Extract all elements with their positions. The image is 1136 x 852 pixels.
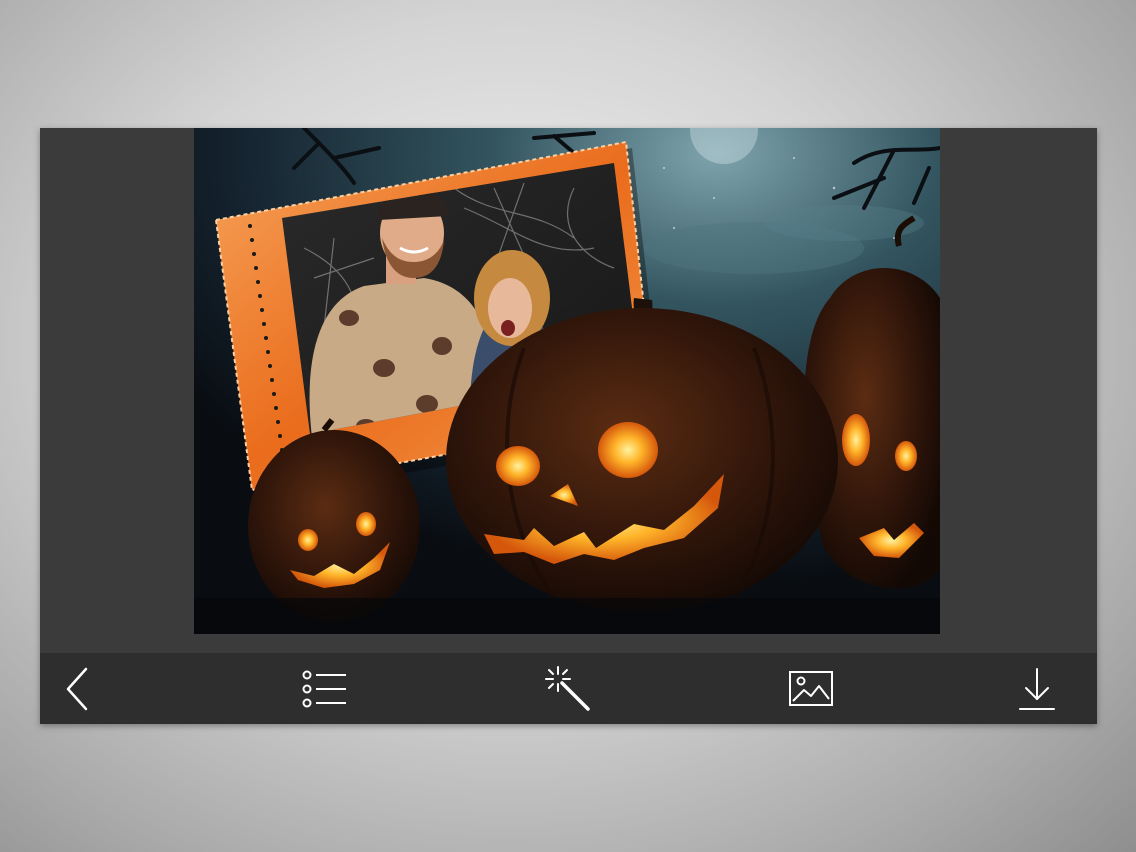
list-icon <box>302 670 346 708</box>
photo-canvas[interactable] <box>194 128 940 634</box>
back-button[interactable] <box>50 663 106 715</box>
editor-screen <box>40 128 1097 724</box>
frames-list-button[interactable] <box>296 663 352 715</box>
halloween-scene <box>194 128 940 634</box>
bottom-toolbar <box>40 653 1097 724</box>
image-icon <box>789 671 833 706</box>
download-button[interactable] <box>1009 663 1065 715</box>
magic-wand-icon <box>545 666 590 711</box>
download-icon <box>1019 668 1055 710</box>
chevron-left-icon <box>66 667 88 711</box>
effects-button[interactable] <box>540 663 596 715</box>
gallery-button[interactable] <box>783 663 839 715</box>
